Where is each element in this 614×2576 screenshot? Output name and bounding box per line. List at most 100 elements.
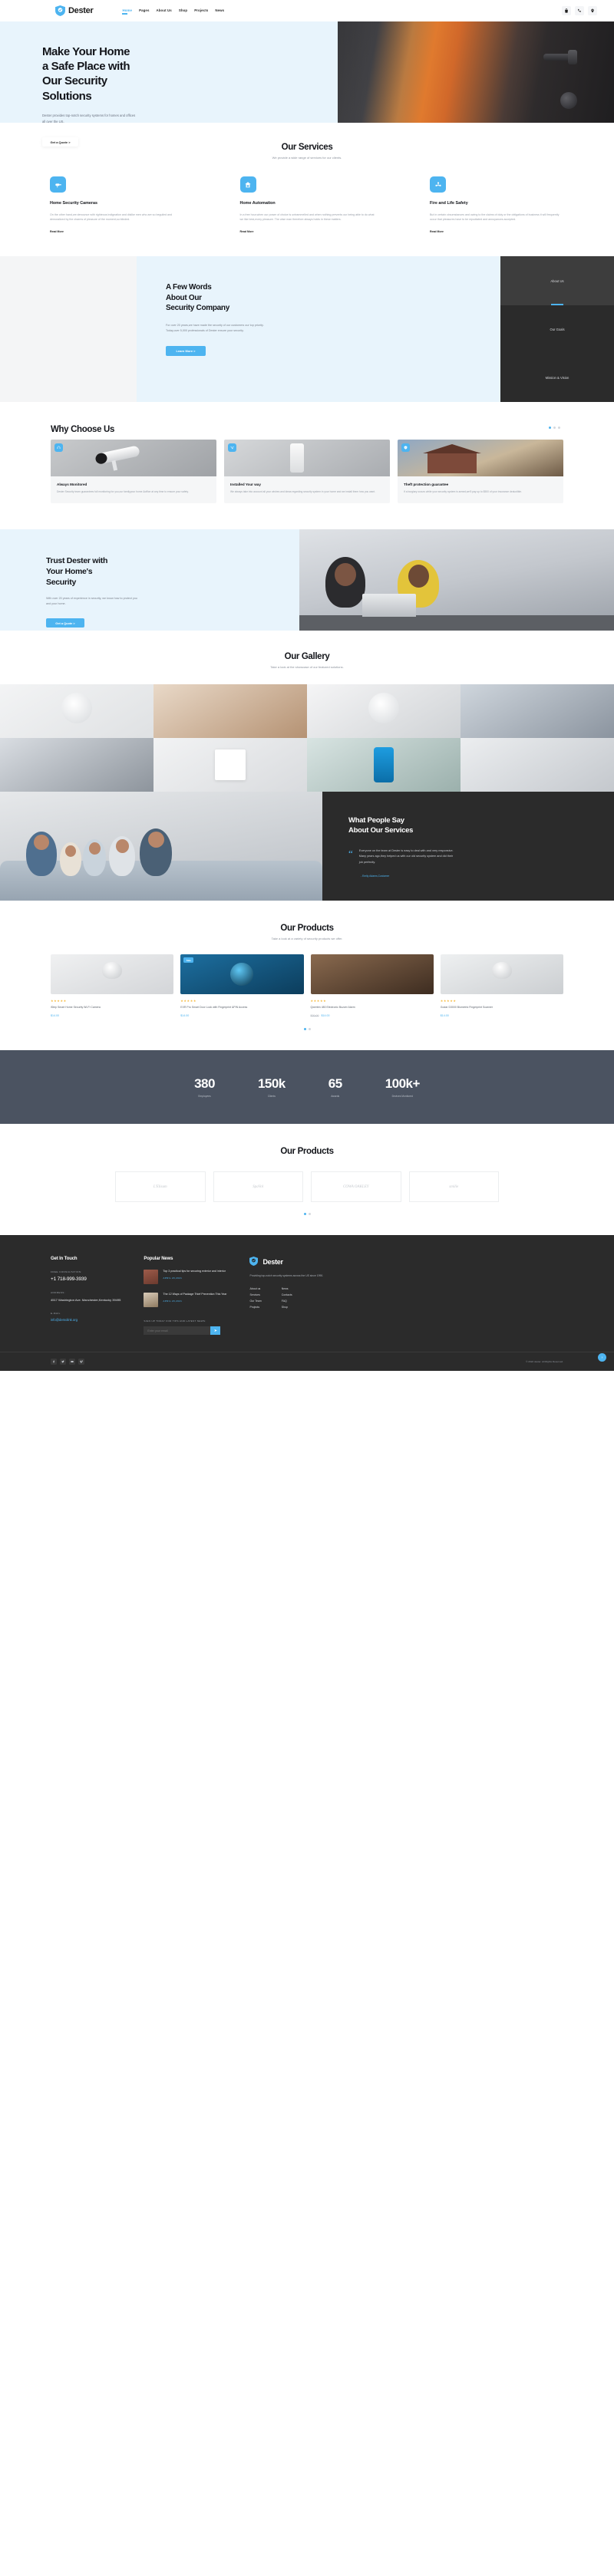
dome-camera-shape [102, 961, 123, 979]
gallery-item[interactable] [307, 738, 460, 792]
brand-card[interactable]: smilie [408, 1171, 499, 1203]
product-sale-price: $14.00 [321, 1014, 330, 1018]
facebook-icon[interactable] [51, 1359, 57, 1365]
carousel-dot[interactable] [308, 1028, 311, 1031]
security-camera-shape [96, 445, 141, 465]
about-text: For over 20 years,we have made the secur… [166, 323, 264, 332]
brand-card[interactable]: L'Elisum [115, 1171, 206, 1203]
trust-title: Trust Dester with Your Home's Security [46, 555, 299, 588]
gallery-item[interactable] [307, 684, 460, 739]
send-icon[interactable]: ➤ [210, 1326, 221, 1336]
brand-logo[interactable]: Dester [55, 5, 94, 16]
bag-icon[interactable] [562, 6, 571, 15]
nav-item-projects[interactable]: Projects [194, 8, 208, 14]
keypad-shape [290, 443, 305, 473]
footer-email[interactable]: info@demolink.org [51, 1318, 120, 1322]
footer-link[interactable]: Projects [249, 1306, 261, 1309]
footer-links-col-2: News Contacts FAQ Shop [282, 1287, 292, 1312]
carousel-dot[interactable] [553, 427, 556, 430]
nav-item-news[interactable]: News [215, 8, 224, 14]
why-card: Always Monitored Dester Security team gu… [51, 440, 216, 504]
footer-link[interactable]: Services [249, 1293, 261, 1296]
carousel-dot[interactable] [303, 1213, 306, 1216]
nav-item-home[interactable]: Home [122, 8, 132, 15]
read-more-link[interactable]: Read More [240, 230, 375, 233]
footer-link[interactable]: Contacts [282, 1293, 292, 1296]
trust-cta-button[interactable]: Get a Quote > [46, 618, 84, 628]
shield-icon [249, 1257, 259, 1267]
rating-stars: ★★★★★ [51, 999, 67, 1003]
location-icon[interactable] [588, 6, 597, 15]
youtube-icon[interactable] [69, 1359, 75, 1365]
gallery-item[interactable] [0, 738, 154, 792]
why-card: Theft protection guarantee If a burglary… [398, 440, 563, 504]
product-card[interactable]: Sale ★★★★★ EXR Pro Smart Door Lock with … [180, 954, 304, 1017]
stat-label: Devices Monitored [391, 1095, 413, 1099]
person-shape [140, 828, 172, 877]
why-card-text: We always take into account all your wis… [230, 490, 376, 494]
footer-link[interactable]: Our Team [249, 1300, 261, 1303]
nav-item-about-us[interactable]: About Us [157, 8, 172, 14]
product-card[interactable]: ★★★★★ Qwerten 480 Electronic Buzzer Alar… [310, 954, 434, 1018]
service-title: Home Security Cameras [50, 201, 98, 206]
news-date: APRIL 20,2021 [163, 1276, 183, 1280]
device-shape [368, 692, 399, 723]
door-handle-shape [543, 50, 577, 64]
about-title: A Few Words About Our Security Company [166, 282, 500, 314]
read-more-link[interactable]: Read More [430, 230, 564, 233]
why-card-title: Installed Your way [230, 483, 261, 487]
gallery-item[interactable] [154, 738, 307, 792]
hero-title: Make Your Home a Safe Place with Our Sec… [42, 44, 338, 104]
carousel-dot[interactable] [308, 1213, 311, 1216]
news-item[interactable]: The 12 Ways of Package Thief Prevention … [144, 1293, 226, 1308]
testimonial-image [0, 792, 322, 901]
phone-icon[interactable] [575, 6, 584, 15]
site-header: Dester Home Pages About Us Shop Projects… [0, 0, 614, 21]
carousel-dot[interactable] [549, 427, 551, 430]
twitter-icon[interactable] [60, 1359, 66, 1365]
shield-check-icon [401, 443, 410, 453]
product-card[interactable]: ★★★★★ iStep Smart Home Security Wi-Fi Ca… [51, 954, 174, 1018]
why-card-title: Theft protection guarantee [404, 483, 449, 487]
news-item[interactable]: Top 3 practical tips for securing exteri… [144, 1270, 226, 1285]
carousel-dot[interactable] [558, 427, 560, 430]
stat-item: 100k+ Devices Monitored [385, 1076, 421, 1099]
read-more-link[interactable]: Read More [50, 230, 184, 233]
email-input[interactable] [144, 1326, 211, 1336]
why-card-body: Always Monitored Dester Security team gu… [51, 476, 216, 503]
stat-item: 380 Employees [194, 1076, 215, 1098]
social-links [51, 1359, 84, 1365]
service-card: Fire and Life Safety But in certain circ… [430, 176, 564, 233]
footer-links: About us Services Our Team Projects News… [249, 1287, 323, 1312]
tab-our-goals[interactable]: Our Goals [500, 305, 614, 354]
gallery-item[interactable] [154, 684, 307, 739]
stat-number: 150k [257, 1076, 286, 1092]
testimonial-quote-row: “ Everyone on the team at Dester is easy… [348, 848, 614, 865]
footer-link[interactable]: News [282, 1287, 292, 1290]
brand-card[interactable]: COWA OAKLEY [311, 1171, 401, 1203]
person-shape [109, 836, 135, 877]
footer-link[interactable]: About us [249, 1287, 261, 1290]
brand-card[interactable]: SpaVol [213, 1171, 303, 1203]
carousel-dot[interactable] [303, 1028, 306, 1031]
product-price: $14.00 [51, 1014, 59, 1018]
footer-logo[interactable]: Dester [249, 1257, 323, 1267]
product-card[interactable]: ★★★★★ Godar D3000 Biometric Fingerprint … [440, 954, 563, 1017]
footer-phone[interactable]: +1 718-999-3939 [51, 1276, 120, 1282]
tab-mission-vision[interactable]: Mission & Vision [500, 354, 614, 402]
tab-about-us[interactable]: About Us [500, 256, 614, 305]
about-cta-button[interactable]: Learn More > [166, 345, 206, 356]
trust-image [299, 529, 614, 631]
gallery-item[interactable] [460, 684, 614, 739]
hero-cta-button[interactable]: Get a Quote > [42, 137, 78, 147]
nav-item-shop[interactable]: Shop [179, 8, 187, 14]
footer-link[interactable]: FAQ [282, 1300, 292, 1303]
quote-icon: “ [348, 847, 353, 859]
brands-grid: L'Elisum SpaVol COWA OAKLEY smilie [0, 1171, 614, 1203]
vimeo-icon[interactable] [78, 1359, 84, 1365]
hero-title-line-2: a Safe Place with [42, 60, 130, 74]
gallery-item[interactable] [0, 684, 154, 739]
gallery-item[interactable] [460, 738, 614, 792]
nav-item-pages[interactable]: Pages [139, 8, 149, 14]
footer-link[interactable]: Shop [282, 1306, 292, 1309]
